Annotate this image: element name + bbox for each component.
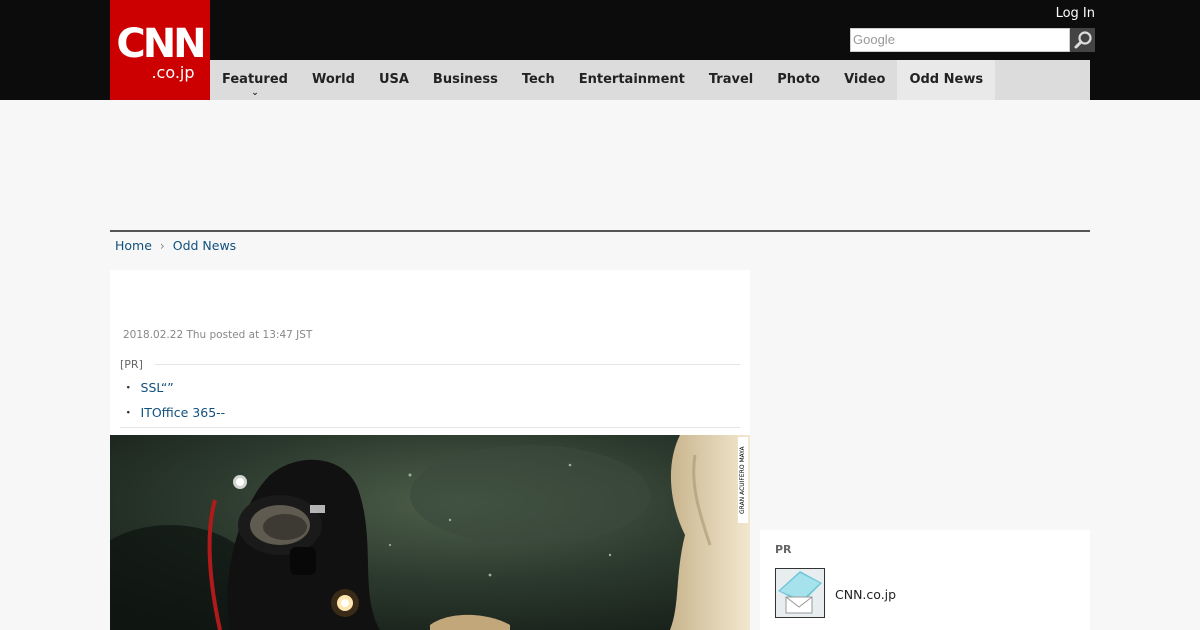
envelope-laptop-icon	[776, 569, 824, 617]
breadcrumb-odd-news[interactable]: Odd News	[173, 238, 236, 253]
nav-label: Business	[432, 72, 498, 87]
breadcrumb: Home › Odd News	[115, 238, 236, 253]
diver-cave-photo	[110, 435, 750, 630]
pr-item-name[interactable]: CNN.co.jp	[835, 587, 896, 602]
nav-item-entertainment[interactable]: Entertainment	[567, 60, 697, 100]
article-photo: GRAN ACUIFERO MAYA	[110, 435, 750, 630]
ad-space	[110, 100, 1090, 230]
bullet-icon: ・	[122, 405, 135, 420]
posted-timestamp: 2018.02.22 Thu posted at 13:47 JST	[123, 329, 313, 341]
pr-bottom-divider	[120, 427, 740, 428]
nav-item-world[interactable]: World	[300, 60, 367, 100]
nav-label: Travel	[708, 72, 754, 87]
cnn-logo[interactable]: CNN .co.jp	[110, 0, 210, 100]
nav-label: Video	[844, 72, 886, 87]
logo-sub-text: .co.jp	[151, 63, 195, 82]
nav-label: Entertainment	[578, 72, 685, 87]
nav-item-photo[interactable]: Photo	[765, 60, 832, 100]
magnifier-icon	[1074, 31, 1092, 49]
nav-item-usa[interactable]: USA	[367, 60, 421, 100]
nav-item-odd-news[interactable]: Odd News	[897, 60, 996, 100]
nav-item-tech[interactable]: Tech	[510, 60, 567, 100]
article-card: 2018.02.22 Thu posted at 13:47 JST [PR] …	[110, 270, 750, 630]
nav-label: Photo	[777, 72, 821, 87]
pr-links-block: [PR] ・ SSL“” ・ ITOffice 365--	[120, 358, 740, 428]
pr-link-text: ITOffice 365--	[140, 405, 226, 420]
pr-thumbnail[interactable]	[775, 568, 825, 618]
pr-link-item[interactable]: ・ SSL“”	[120, 377, 740, 396]
search-button[interactable]	[1070, 28, 1095, 52]
pr-label: [PR]	[120, 358, 143, 371]
bullet-icon: ・	[122, 380, 135, 395]
nav-item-video[interactable]: Video	[832, 60, 897, 100]
nav-label: Odd News	[909, 72, 984, 87]
chevron-down-icon: ⌄	[251, 88, 259, 98]
sidebar-pr-label: PR	[775, 543, 792, 556]
nav-item-featured[interactable]: Featured ⌄	[210, 60, 300, 100]
nav-item-business[interactable]: Business	[421, 60, 510, 100]
pr-header: [PR]	[120, 358, 740, 371]
login-link[interactable]: Log In	[1056, 6, 1095, 21]
main-nav: Featured ⌄ World USA Business Tech Enter…	[210, 60, 1090, 100]
logo-main-text: CNN	[116, 21, 206, 67]
pr-link-item[interactable]: ・ ITOffice 365--	[120, 402, 740, 421]
nav-label: Featured	[222, 72, 288, 87]
sidebar-pr-box: PR CNN.co.jp	[760, 530, 1090, 630]
breadcrumb-home[interactable]: Home	[115, 238, 152, 253]
nav-label: USA	[378, 72, 409, 87]
nav-item-travel[interactable]: Travel	[697, 60, 765, 100]
pr-divider	[154, 364, 740, 365]
search-input[interactable]: Google	[850, 28, 1070, 52]
section-divider	[110, 230, 1090, 232]
chevron-right-icon: ›	[159, 238, 165, 253]
nav-label: World	[311, 72, 355, 87]
photo-credit: GRAN ACUIFERO MAYA	[738, 437, 748, 523]
nav-label: Tech	[521, 72, 555, 87]
pr-link-text: SSL“”	[140, 380, 174, 395]
